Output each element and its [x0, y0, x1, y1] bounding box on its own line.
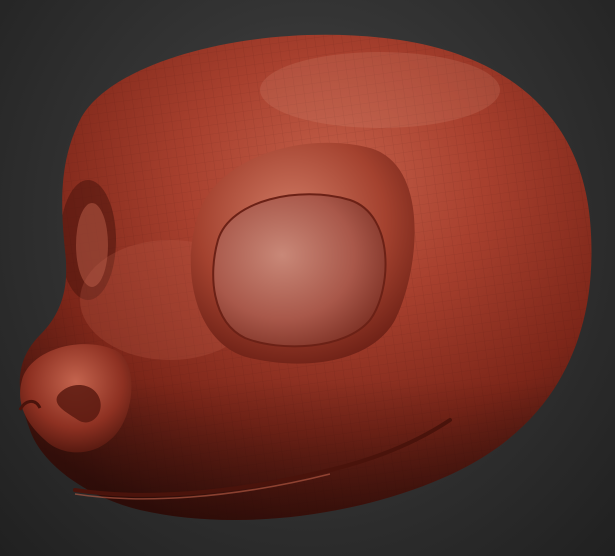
eye-socket	[212, 193, 387, 348]
sculpt-render	[18, 34, 592, 521]
3d-viewport[interactable]	[0, 0, 615, 556]
